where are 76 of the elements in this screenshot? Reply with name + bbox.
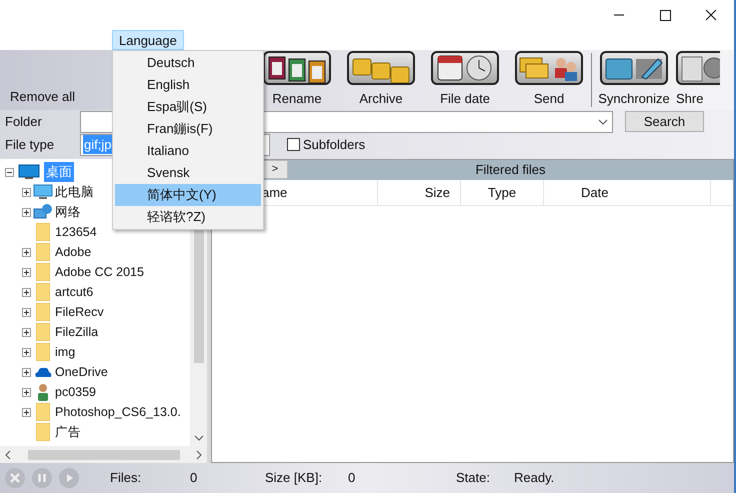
toolbar-button[interactable]: Shre (676, 50, 720, 110)
menu-item[interactable]: Language (112, 30, 184, 50)
tree-item[interactable]: 此电脑 (55, 182, 94, 202)
folders-icon (347, 50, 415, 84)
calendar-clock-icon (431, 50, 499, 84)
menu-option[interactable]: Deutsch (115, 52, 261, 74)
folder-icon (36, 423, 50, 441)
folder-icon (36, 263, 50, 281)
expand-icon[interactable] (22, 348, 31, 356)
cloud-icon (34, 366, 52, 378)
envelopes-people-icon (515, 50, 583, 84)
menu-option[interactable]: Italiano (115, 140, 261, 162)
expand-icon[interactable] (22, 248, 31, 256)
menu-option[interactable]: 轻谘软?Z) (115, 206, 261, 228)
horizontal-scrollbar[interactable] (0, 446, 207, 463)
state-label: State: (456, 469, 491, 488)
column-header[interactable]: Size (378, 180, 461, 206)
expand-icon[interactable] (22, 288, 31, 296)
tree-item[interactable]: Adobe CC 2015 (55, 262, 144, 282)
scroll-right-icon[interactable] (195, 450, 203, 460)
tree-item[interactable]: OneDrive (55, 362, 108, 382)
folder-icon (36, 223, 50, 241)
next-button[interactable]: > (262, 160, 288, 179)
network-globe-icon (33, 203, 53, 221)
panel-title: Filtered files (474, 161, 547, 179)
folder-icon (36, 403, 50, 421)
size-label: Size [KB]: (265, 469, 324, 488)
tree-item[interactable]: 广告 (55, 422, 81, 442)
tree-item[interactable]: FileRecv (55, 302, 104, 322)
column-header[interactable]: Date (544, 180, 711, 206)
tree-item[interactable]: FileZilla (55, 322, 98, 342)
tree-item[interactable]: 123654 (55, 222, 97, 242)
expand-icon[interactable] (22, 328, 31, 336)
folder-pen-icon (600, 50, 668, 84)
toolbar-button[interactable]: Send (507, 50, 591, 110)
folder-icon (36, 303, 50, 321)
expand-icon[interactable] (22, 408, 31, 416)
column-header[interactable]: Type (461, 180, 544, 206)
monitor-icon (33, 184, 53, 200)
tree-item[interactable]: Photoshop_CS6_13.0. (55, 402, 181, 422)
collapse-icon[interactable] (5, 168, 14, 176)
menu-option[interactable]: Fran鏰is(F) (115, 118, 261, 140)
monitor-icon (18, 164, 40, 180)
chevron-down-icon (598, 118, 608, 124)
expand-icon[interactable] (22, 308, 31, 316)
toolbar-button[interactable]: Synchronize (592, 50, 676, 110)
files-count: 0 (190, 469, 198, 488)
expand-icon[interactable] (22, 188, 31, 196)
tree-item[interactable]: 网络 (55, 202, 81, 222)
expand-icon[interactable] (22, 388, 31, 396)
files-label: Files: (110, 469, 142, 488)
menu-option[interactable]: Espa驯(S) (115, 96, 261, 118)
expand-icon[interactable] (22, 208, 31, 216)
tree-item[interactable]: pc0359 (55, 382, 96, 402)
search-button[interactable]: Search (625, 111, 704, 132)
tree-item[interactable]: img (55, 342, 76, 362)
menu-option[interactable]: 简体中文(Y) (115, 184, 261, 206)
scroll-down-icon[interactable] (194, 434, 204, 442)
folder-icon (36, 283, 50, 301)
folder-label: Folder (4, 112, 43, 131)
scroll-left-icon[interactable] (4, 450, 12, 460)
folder-icon (36, 323, 50, 341)
folder-icon (36, 343, 50, 361)
file-type-label: File type (4, 136, 56, 154)
expand-icon[interactable] (22, 268, 31, 276)
tree-item[interactable]: Adobe (55, 242, 92, 262)
expand-icon[interactable] (22, 368, 31, 376)
tree-item[interactable]: artcut6 (55, 282, 94, 302)
state-value: Ready. (514, 469, 554, 488)
toolbar-button[interactable]: File date (423, 50, 507, 110)
toolbar-button[interactable]: Archive (339, 50, 423, 110)
menu-option[interactable]: English (115, 74, 261, 96)
folder-icon (36, 243, 50, 261)
subfolders-checkbox[interactable]: Subfolders (287, 134, 366, 154)
size-value: 0 (348, 469, 356, 488)
user-icon (36, 383, 50, 401)
